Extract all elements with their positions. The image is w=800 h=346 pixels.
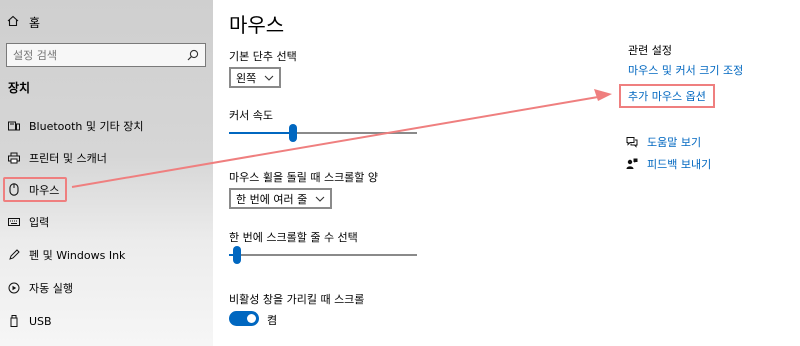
sidebar-item-label: 펜 및 Windows Ink (29, 249, 126, 262)
sidebar-item-bluetooth[interactable]: Bluetooth 및 기타 장치 (6, 115, 148, 137)
chevron-down-icon (315, 192, 325, 205)
cursor-speed-label: 커서 속도 (229, 109, 273, 122)
slider-track (229, 254, 417, 256)
sidebar-item-autoplay[interactable]: 자동 실행 (6, 277, 77, 299)
toggle-knob (247, 314, 256, 323)
chat-help-icon (626, 136, 638, 148)
feedback-icon (626, 158, 638, 170)
sidebar-item-label: 프린터 및 스캐너 (29, 152, 107, 165)
keyboard-icon (8, 217, 20, 227)
section-title: 장치 (8, 81, 31, 95)
autoplay-icon (8, 282, 20, 294)
related-settings-title: 관련 설정 (628, 44, 672, 57)
slider-thumb[interactable] (289, 124, 297, 142)
slider-thumb[interactable] (233, 246, 241, 264)
pen-icon (8, 249, 20, 261)
search-box[interactable] (6, 43, 206, 67)
send-feedback-link[interactable]: 피드백 보내기 (626, 156, 711, 172)
feedback-label: 피드백 보내기 (647, 158, 712, 171)
home-icon (7, 15, 19, 30)
page-title: 마우스 (229, 13, 285, 37)
sidebar-item-label: USB (29, 314, 52, 328)
sidebar-item-printers[interactable]: 프린터 및 스캐너 (6, 147, 111, 169)
inactive-scroll-toggle[interactable] (229, 311, 259, 326)
sidebar: 홈 장치 Bluetooth 및 기타 장치 프린터 및 스캐너 마우스 입력 (0, 0, 213, 346)
sidebar-item-label: Bluetooth 및 기타 장치 (29, 120, 144, 133)
sidebar-item-pen[interactable]: 펜 및 Windows Ink (6, 244, 129, 266)
cursor-size-link[interactable]: 마우스 및 커서 크기 조정 (628, 62, 743, 78)
dropdown-value: 왼쪽 (236, 71, 257, 85)
lines-to-scroll-slider[interactable] (229, 246, 417, 264)
inactive-scroll-label: 비활성 창을 가리킬 때 스크롤 (229, 293, 365, 306)
bluetooth-devices-icon (8, 120, 20, 132)
slider-fill (229, 132, 293, 134)
sidebar-item-label: 자동 실행 (29, 282, 73, 295)
printer-icon (8, 152, 20, 164)
extra-mouse-options-highlight: 추가 마우스 옵션 (619, 84, 715, 108)
sidebar-item-usb[interactable]: USB (6, 310, 56, 332)
scroll-amount-label: 마우스 휠을 돌릴 때 스크롤할 양 (229, 171, 379, 184)
toggle-state-label: 켬 (267, 314, 278, 327)
main-pane: 마우스 기본 단추 선택 왼쪽 커서 속도 마우스 휠을 돌릴 때 스크롤할 양… (213, 0, 800, 346)
dropdown-value: 한 번에 여러 줄 (236, 192, 308, 206)
home-nav-item[interactable]: 홈 (7, 14, 40, 31)
sidebar-item-label: 마우스 (29, 183, 60, 197)
get-help-link[interactable]: 도움말 보기 (626, 134, 701, 150)
search-icon[interactable] (187, 46, 199, 65)
extra-mouse-options-link[interactable]: 추가 마우스 옵션 (628, 88, 706, 104)
sidebar-item-label: 입력 (29, 216, 50, 229)
cursor-speed-slider[interactable] (229, 124, 417, 142)
home-label: 홈 (29, 16, 41, 30)
help-label: 도움말 보기 (647, 136, 702, 149)
search-input[interactable] (13, 48, 178, 62)
primary-button-dropdown[interactable]: 왼쪽 (229, 67, 282, 88)
mouse-icon (8, 183, 20, 196)
sidebar-item-mouse[interactable]: 마우스 (3, 177, 68, 202)
chevron-down-icon (264, 71, 274, 84)
sidebar-item-typing[interactable]: 입력 (6, 211, 53, 233)
lines-to-scroll-label: 한 번에 스크롤할 줄 수 선택 (229, 231, 358, 244)
scroll-amount-dropdown[interactable]: 한 번에 여러 줄 (229, 188, 333, 209)
usb-icon (8, 315, 20, 327)
primary-button-label: 기본 단추 선택 (229, 50, 297, 63)
